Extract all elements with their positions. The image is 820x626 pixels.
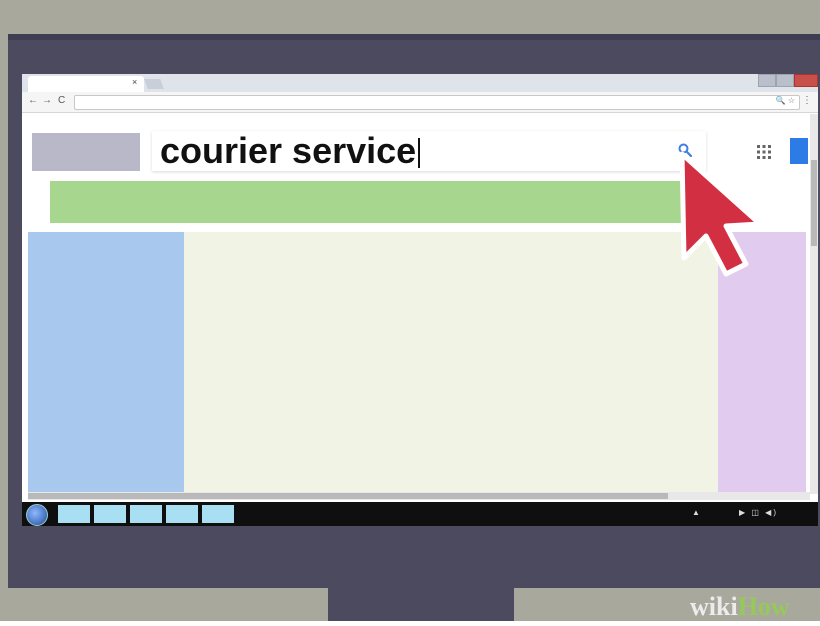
minimize-button[interactable] bbox=[758, 74, 776, 87]
back-button[interactable]: ← bbox=[28, 95, 38, 106]
tab-bar: × bbox=[22, 74, 818, 92]
desk-left bbox=[0, 588, 328, 621]
taskbar-item[interactable] bbox=[94, 505, 126, 523]
taskbar-item[interactable] bbox=[58, 505, 90, 523]
taskbar-item[interactable] bbox=[166, 505, 198, 523]
system-tray-icons[interactable]: ▶ ◫ ◀) bbox=[739, 508, 778, 517]
maximize-button[interactable] bbox=[776, 74, 794, 87]
results-area bbox=[184, 232, 718, 492]
tray-expand-icon[interactable]: ▲ bbox=[692, 508, 700, 517]
horizontal-scrollbar-thumb[interactable] bbox=[28, 493, 668, 499]
left-sidebar bbox=[28, 232, 184, 492]
horizontal-scrollbar[interactable] bbox=[28, 492, 810, 500]
browser-tab[interactable]: × bbox=[28, 76, 144, 92]
screen: × ← → C 🔍 ☆ ⋮ courier service ▲ ▶ ◫ ◀) bbox=[22, 74, 818, 526]
results-header-bar bbox=[50, 181, 684, 223]
mouse-pointer-icon bbox=[679, 151, 763, 277]
browser-menu-button[interactable]: ⋮ bbox=[802, 95, 812, 106]
taskbar: ▲ ▶ ◫ ◀) bbox=[22, 502, 818, 526]
taskbar-item[interactable] bbox=[130, 505, 162, 523]
site-logo[interactable] bbox=[32, 133, 140, 171]
search-query-value: courier service bbox=[160, 130, 417, 171]
sign-in-button[interactable] bbox=[790, 138, 808, 164]
window-controls bbox=[758, 74, 818, 87]
watermark-wiki: wiki bbox=[690, 592, 738, 621]
close-window-button[interactable] bbox=[794, 74, 818, 87]
taskbar-item[interactable] bbox=[202, 505, 234, 523]
watermark-how: How bbox=[737, 592, 790, 621]
search-input[interactable]: courier service bbox=[152, 131, 706, 171]
wikihow-watermark: wikiHow bbox=[690, 588, 820, 621]
text-cursor bbox=[418, 138, 421, 169]
forward-button[interactable]: → bbox=[42, 95, 52, 106]
tab-close-button[interactable]: × bbox=[132, 77, 137, 87]
monitor-stand bbox=[328, 588, 514, 621]
start-button[interactable] bbox=[26, 504, 48, 526]
search-query-text: courier service bbox=[160, 130, 421, 171]
reload-button[interactable]: C bbox=[58, 95, 65, 106]
address-row: ← → C 🔍 ☆ ⋮ bbox=[22, 92, 818, 113]
vertical-scrollbar[interactable] bbox=[810, 114, 818, 494]
address-bar-icons[interactable]: 🔍 ☆ bbox=[776, 96, 795, 105]
new-tab-button[interactable] bbox=[144, 79, 164, 89]
monitor-top-edge bbox=[8, 34, 820, 40]
address-bar[interactable]: 🔍 ☆ bbox=[74, 95, 800, 110]
vertical-scrollbar-thumb[interactable] bbox=[811, 160, 817, 246]
